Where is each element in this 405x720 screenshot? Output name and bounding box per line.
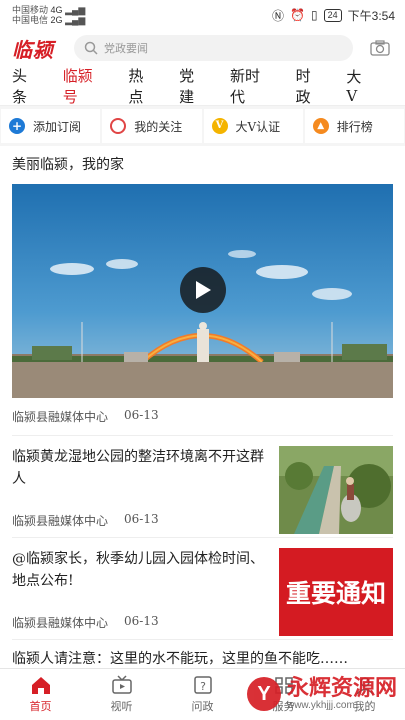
- tab-toutiao[interactable]: 头条: [12, 65, 42, 107]
- article-thumbnail: [279, 446, 393, 534]
- article-meta: 临颍县融媒体中心 06-13: [12, 512, 271, 529]
- tab-politics[interactable]: 时政: [296, 65, 326, 107]
- camera-icon: [370, 40, 390, 56]
- carrier-2: 中国电信: [12, 15, 49, 25]
- article-title: 临颍黄龙湿地公园的整洁环境离不开这群人: [12, 449, 264, 487]
- play-icon: [196, 281, 211, 299]
- quick-action-label: 我的关注: [134, 119, 183, 134]
- status-right: Ⓝ ⏰ ▯ 24 下午3:54: [272, 7, 395, 24]
- tab-new-era[interactable]: 新时代: [230, 65, 275, 107]
- date: 06-13: [124, 512, 159, 526]
- quick-action-label: 排行榜: [336, 119, 373, 134]
- quick-actions: + 添加订阅 我的关注 V 大V认证 ▲ 排行榜: [0, 106, 405, 146]
- app-header: 临颍 党政要闻: [0, 30, 405, 66]
- app-logo: 临颍: [12, 37, 54, 62]
- add-subscription-button[interactable]: + 添加订阅: [1, 109, 101, 143]
- verified-icon: V: [211, 118, 228, 134]
- source: 临颍县融媒体中心: [12, 410, 109, 424]
- category-tabs: 头条 临颍号 热点 党建 新时代 时政 大V: [0, 66, 405, 106]
- svg-text:?: ?: [200, 680, 206, 693]
- question-icon: ?: [193, 676, 212, 694]
- nav-inquiry[interactable]: ? 问政: [162, 669, 243, 720]
- tab-big-v[interactable]: 大V: [346, 66, 372, 105]
- my-follows-button[interactable]: 我的关注: [102, 109, 202, 143]
- important-notice-thumbnail: 重要通知: [279, 548, 393, 636]
- bottom-nav: 首页 视听 ? 问政 服务 我的 Y 永辉资源网 www.ykhjjj.com: [0, 668, 405, 720]
- source: 临颍县融媒体中心: [12, 514, 109, 528]
- search-input[interactable]: 党政要闻: [74, 35, 353, 61]
- signal-icon: ▂▄▆: [65, 5, 86, 15]
- video-title: 美丽临颍，我的家: [12, 157, 124, 173]
- video-card[interactable]: 美丽临颍，我的家 临颍县融媒体中心 06-13: [12, 146, 393, 436]
- search-placeholder: 党政要闻: [104, 43, 148, 55]
- date: 06-13: [124, 408, 159, 422]
- tab-hotspot[interactable]: 热点: [128, 65, 158, 107]
- network-1: 4G: [50, 5, 63, 15]
- user-icon: [355, 677, 374, 695]
- carrier-info: 中国移动 4G ▂▄▆ 中国电信 2G ▂▄▆: [12, 5, 85, 25]
- nav-label: 服务: [272, 701, 295, 713]
- play-button[interactable]: [180, 267, 226, 313]
- tv-icon: [111, 675, 132, 694]
- search-icon: [84, 41, 98, 55]
- bigv-verify-button[interactable]: V 大V认证: [203, 109, 303, 143]
- nfc-icon: Ⓝ: [272, 8, 285, 23]
- nav-service[interactable]: 服务: [243, 669, 324, 720]
- source: 临颍县融媒体中心: [12, 616, 109, 630]
- home-icon: [31, 677, 50, 694]
- article-meta: 临颍县融媒体中心 06-13: [12, 614, 271, 631]
- article-title-partial[interactable]: 临颍人请注意：这里的水不能玩，这里的鱼不能吃……: [12, 640, 393, 668]
- follow-ring-icon: [110, 118, 127, 134]
- video-player[interactable]: [12, 184, 393, 398]
- article-title: @临颍家长，秋季幼儿园入园体检时间、地点公布!: [12, 551, 264, 589]
- quick-action-label: 大V认证: [235, 119, 281, 134]
- plus-icon: +: [9, 118, 25, 134]
- quick-action-label: 添加订阅: [33, 119, 82, 134]
- article-text: @临颍家长，秋季幼儿园入园体检时间、地点公布! 临颍县融媒体中心 06-13: [12, 548, 279, 639]
- network-2: 2G: [50, 15, 63, 25]
- date: 06-13: [124, 614, 159, 628]
- nav-media[interactable]: 视听: [81, 669, 162, 720]
- status-bar: 中国移动 4G ▂▄▆ 中国电信 2G ▂▄▆ Ⓝ ⏰ ▯ 24 下午3:54: [0, 0, 405, 30]
- service-icon: [274, 677, 293, 694]
- camera-button[interactable]: [367, 35, 393, 61]
- clock: 下午3:54: [347, 8, 395, 23]
- nav-label: 问政: [191, 701, 214, 713]
- nav-label: 首页: [29, 701, 52, 713]
- nav-label: 我的: [353, 701, 376, 713]
- nav-home[interactable]: 首页: [0, 669, 81, 720]
- vibrate-icon: ▯: [311, 8, 318, 22]
- article-card[interactable]: @临颍家长，秋季幼儿园入园体检时间、地点公布! 临颍县融媒体中心 06-13 重…: [12, 538, 393, 640]
- signal-icon: ▂▄▆: [65, 15, 86, 25]
- nav-profile[interactable]: 我的: [324, 669, 405, 720]
- tab-linying-hao[interactable]: 临颍号: [63, 65, 108, 107]
- news-feed: 美丽临颍，我的家 临颍县融媒体中心 06-13 临颍黄龙湿地公园的整洁环境离不开…: [0, 146, 405, 668]
- nav-label: 视听: [110, 701, 133, 713]
- article-card[interactable]: 临颍黄龙湿地公园的整洁环境离不开这群人 临颍县融媒体中心 06-13: [12, 436, 393, 538]
- article-text: 临颍黄龙湿地公园的整洁环境离不开这群人 临颍县融媒体中心 06-13: [12, 446, 279, 537]
- alarm-icon: ⏰: [290, 8, 306, 22]
- video-meta: 临颍县融媒体中心 06-13: [12, 398, 393, 435]
- ranking-button[interactable]: ▲ 排行榜: [304, 109, 404, 143]
- ranking-icon: ▲: [312, 118, 329, 134]
- tab-party[interactable]: 党建: [179, 65, 209, 107]
- carrier-1: 中国移动: [12, 5, 49, 15]
- battery-level: 24: [323, 8, 342, 22]
